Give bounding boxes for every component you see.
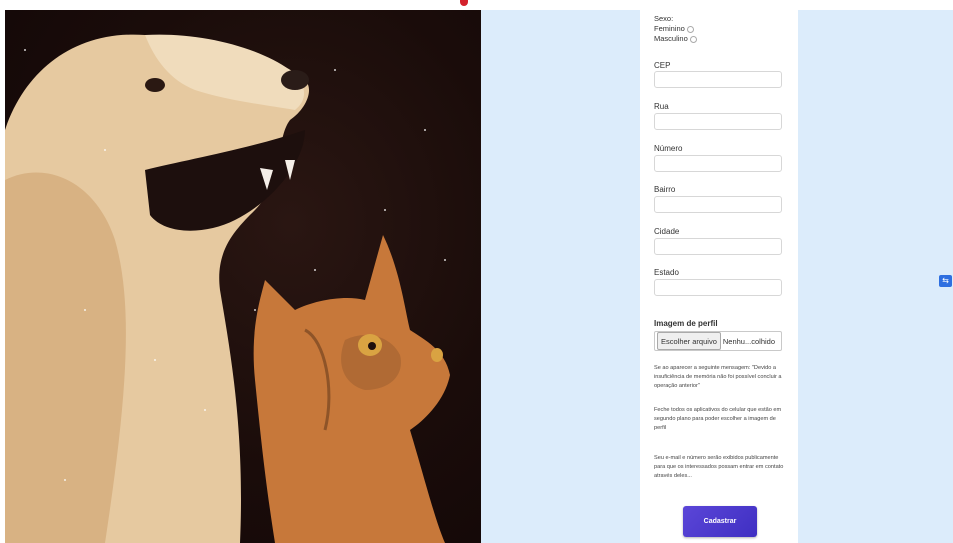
street-label: Rua <box>654 102 669 111</box>
neighborhood-label: Bairro <box>654 185 676 194</box>
profile-image-picker[interactable]: Escolher arquivo Nenhu...colhido <box>654 331 782 351</box>
logo-icon <box>460 0 468 6</box>
pets-photo <box>5 10 481 543</box>
background-panel-left <box>481 10 640 543</box>
registration-form: Sexo: Feminino Masculino CEP Rua Número … <box>640 10 798 543</box>
background-panel-right <box>798 10 953 543</box>
submit-button[interactable]: Cadastrar <box>683 506 757 537</box>
profile-image-label: Imagem de perfil <box>654 319 718 328</box>
choose-file-button[interactable]: Escolher arquivo <box>657 332 721 350</box>
memory-warning-note: Se ao aparecer a seguinte mensagem: "Dev… <box>654 365 782 389</box>
sex-group: Sexo: Feminino Masculino <box>654 14 697 44</box>
state-label: Estado <box>654 268 679 277</box>
sex-option-male[interactable]: Masculino <box>654 34 697 44</box>
state-input[interactable] <box>654 279 782 296</box>
city-input[interactable] <box>654 238 782 255</box>
cep-input[interactable] <box>654 71 782 88</box>
file-status: Nenhu...colhido <box>722 336 775 346</box>
neighborhood-input[interactable] <box>654 196 782 213</box>
sex-label: Sexo: <box>654 14 674 23</box>
privacy-note: Seu e-mail e número serão exibidos publi… <box>654 455 784 479</box>
number-label: Número <box>654 144 683 153</box>
radio-female[interactable] <box>686 25 694 33</box>
cep-label: CEP <box>654 61 671 70</box>
radio-male[interactable] <box>689 35 697 43</box>
street-input[interactable] <box>654 113 782 130</box>
city-label: Cidade <box>654 227 680 236</box>
close-apps-note: Feche todos os aplicativos do celular qu… <box>654 407 782 431</box>
translate-icon[interactable]: ⇆ <box>939 275 952 287</box>
number-input[interactable] <box>654 155 782 172</box>
sex-option-female[interactable]: Feminino <box>654 24 697 34</box>
